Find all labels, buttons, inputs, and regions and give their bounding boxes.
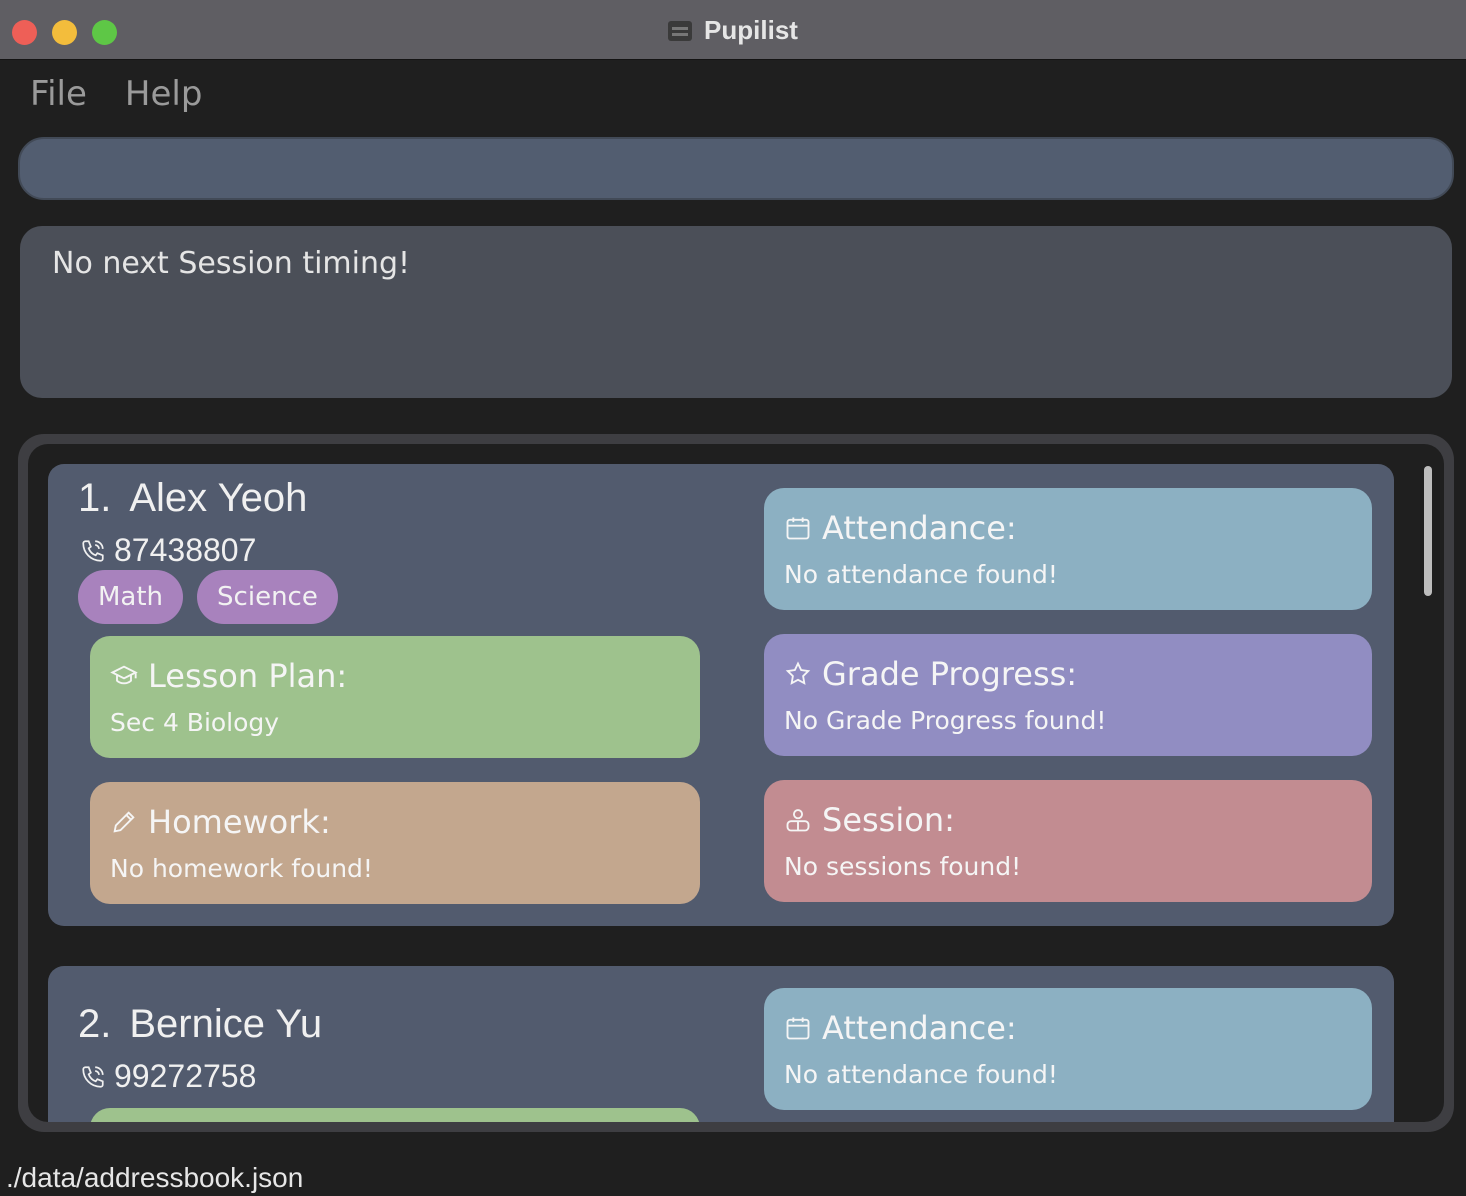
- calendar-icon: [786, 517, 810, 540]
- menu-bar: File Help: [30, 72, 202, 116]
- grade-progress-value: No Grade Progress found!: [784, 706, 1107, 735]
- tag: Science: [197, 570, 338, 624]
- homework-box: Homework: No homework found!: [90, 782, 700, 904]
- person-name: 1. Alex Yeoh: [78, 476, 307, 521]
- star-icon: [785, 661, 811, 685]
- app-icon: [668, 21, 693, 41]
- attendance-box: Attendance: No attendance found!: [764, 488, 1372, 610]
- lesson-plan-box: [90, 1108, 700, 1122]
- status-bar-path: ./data/addressbook.json: [6, 1162, 304, 1193]
- person-name-text: Alex Yeoh: [129, 476, 308, 520]
- list-scrollbar[interactable]: [1424, 466, 1432, 596]
- homework-value: No homework found!: [110, 854, 373, 883]
- lesson-plan-box: Lesson Plan: Sec 4 Biology: [90, 636, 700, 758]
- attendance-value: No attendance found!: [784, 560, 1058, 589]
- tag-list: Math Science: [78, 570, 338, 624]
- session-value: No sessions found!: [784, 852, 1022, 881]
- phone-icon: [82, 1065, 104, 1088]
- lesson-plan-value: Sec 4 Biology: [110, 708, 280, 737]
- phone-icon: [82, 539, 104, 562]
- session-box: Session: No sessions found!: [764, 780, 1372, 902]
- person-list-panel: 1. Alex Yeoh 87438807 Math Science Lesson…: [18, 434, 1454, 1132]
- calendar-icon: [786, 1017, 810, 1040]
- person-index: 2.: [78, 1002, 112, 1046]
- phone-row: 99272758: [80, 1058, 256, 1095]
- person-list[interactable]: 1. Alex Yeoh 87438807 Math Science Lesson…: [28, 444, 1444, 1122]
- phone-number: 87438807: [114, 532, 257, 568]
- homework-title: Homework:: [148, 803, 331, 841]
- menu-file[interactable]: File: [30, 72, 87, 116]
- person-name-text: Bernice Yu: [129, 1002, 323, 1046]
- lesson-plan-title: Lesson Plan:: [148, 657, 348, 695]
- graduation-cap-icon: [110, 665, 138, 685]
- person-card[interactable]: 2. Bernice Yu 99272758 Attendance: No att…: [48, 966, 1394, 1122]
- attendance-title: Attendance:: [822, 509, 1017, 547]
- person-index: 1.: [78, 476, 112, 520]
- attendance-value: No attendance found!: [784, 1060, 1058, 1089]
- tag: Math: [78, 570, 184, 624]
- menu-help[interactable]: Help: [125, 72, 203, 116]
- attendance-box: Attendance: No attendance found!: [764, 988, 1372, 1110]
- phone-number: 99272758: [114, 1058, 257, 1094]
- grade-progress-box: Grade Progress: No Grade Progress found!: [764, 634, 1372, 756]
- window-title: Pupilist: [0, 15, 1466, 46]
- session-title: Session:: [822, 801, 955, 839]
- command-input[interactable]: [18, 137, 1454, 200]
- person-card[interactable]: 1. Alex Yeoh 87438807 Math Science Lesson…: [48, 464, 1394, 926]
- window-title-text: Pupilist: [704, 15, 798, 45]
- phone-row: 87438807: [80, 532, 256, 569]
- person-name: 2. Bernice Yu: [78, 1002, 322, 1047]
- person-icon: [786, 809, 810, 832]
- result-display: No next Session timing!: [20, 226, 1452, 398]
- attendance-title: Attendance:: [822, 1009, 1017, 1047]
- pencil-icon: [113, 811, 135, 833]
- result-text: No next Session timing!: [52, 246, 411, 281]
- grade-progress-title: Grade Progress:: [822, 655, 1078, 693]
- title-bar: Pupilist: [0, 0, 1466, 60]
